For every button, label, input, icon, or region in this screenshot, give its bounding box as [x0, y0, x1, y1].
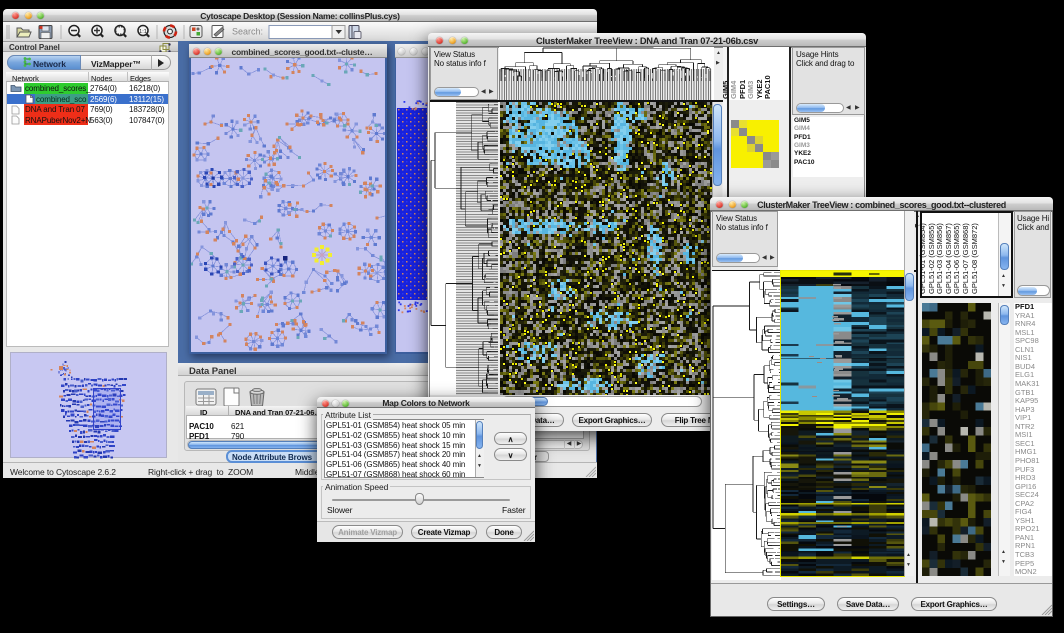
svg-text:1:1: 1:1	[139, 29, 147, 35]
svg-text:Search:: Search:	[232, 27, 263, 37]
